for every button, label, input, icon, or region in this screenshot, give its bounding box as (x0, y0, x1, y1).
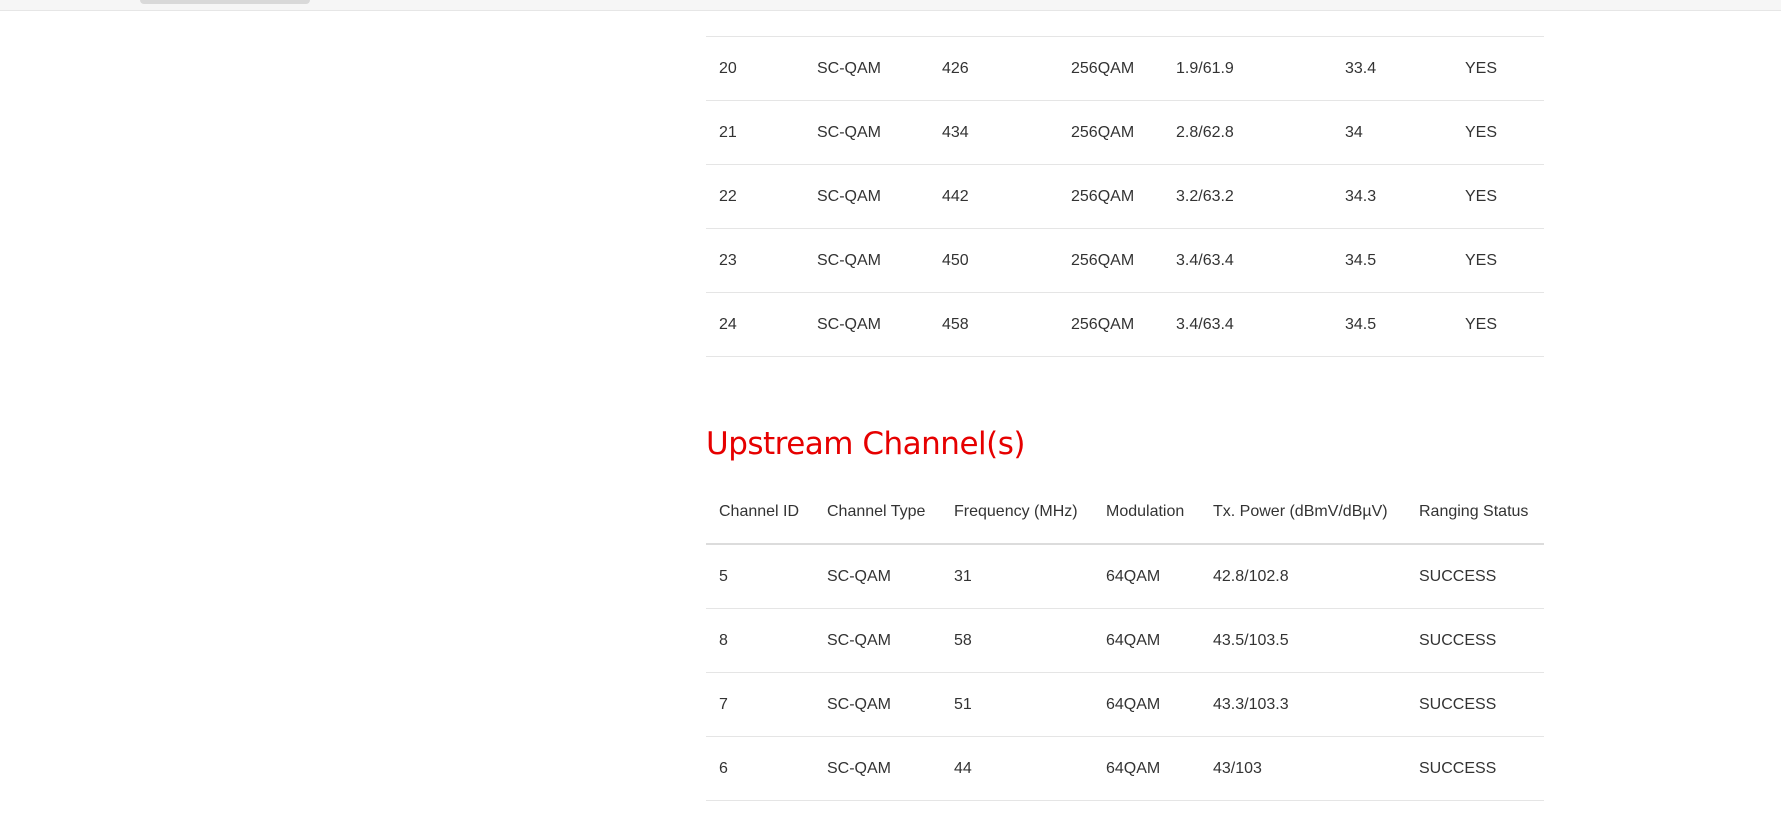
table-row: 22 SC-QAM 442 256QAM 3.2/63.2 34.3 YES (706, 164, 1544, 229)
channel-id-cell: 22 (706, 164, 804, 229)
table-row: 21 SC-QAM 434 256QAM 2.8/62.8 34 YES (706, 100, 1544, 165)
upstream-header-row: Channel ID Channel Type Frequency (MHz) … (706, 480, 1544, 545)
snr-cell: 33.4 (1332, 36, 1452, 101)
channel-type-cell: SC-QAM (814, 736, 941, 801)
frequency-cell: 450 (929, 228, 1058, 293)
channel-type-cell: SC-QAM (814, 672, 941, 737)
snr-cell: 34.5 (1332, 292, 1452, 357)
snr-cell: 34 (1332, 100, 1452, 165)
upstream-table-section: Channel ID Channel Type Frequency (MHz) … (706, 480, 1544, 801)
modulation-cell: 64QAM (1093, 672, 1200, 737)
table-row: 7 SC-QAM 51 64QAM 43.3/103.3 SUCCESS (706, 672, 1544, 737)
table-row: 24 SC-QAM 458 256QAM 3.4/63.4 34.5 YES (706, 292, 1544, 357)
frequency-cell: 426 (929, 36, 1058, 101)
channel-id-cell: 24 (706, 292, 804, 357)
modulation-cell: 256QAM (1058, 36, 1163, 101)
locked-status-cell: YES (1452, 164, 1544, 229)
table-row: 23 SC-QAM 450 256QAM 3.4/63.4 34.5 YES (706, 228, 1544, 293)
locked-status-cell: YES (1452, 100, 1544, 165)
frequency-cell: 51 (941, 672, 1093, 737)
ranging-status-cell: SUCCESS (1406, 736, 1544, 801)
browser-top-bar (0, 0, 1781, 11)
channel-type-cell: SC-QAM (814, 544, 941, 609)
modulation-cell: 256QAM (1058, 228, 1163, 293)
snr-cell: 34.3 (1332, 164, 1452, 229)
modulation-cell: 256QAM (1058, 100, 1163, 165)
channel-type-cell: SC-QAM (804, 164, 929, 229)
table-row: 8 SC-QAM 58 64QAM 43.5/103.5 SUCCESS (706, 608, 1544, 673)
upstream-channel-table: Channel ID Channel Type Frequency (MHz) … (706, 480, 1544, 801)
snr-cell: 34.5 (1332, 228, 1452, 293)
tx-power-cell: 42.8/102.8 (1200, 544, 1406, 609)
modulation-cell: 256QAM (1058, 164, 1163, 229)
channel-id-cell: 8 (706, 608, 814, 673)
header-channel-id: Channel ID (706, 480, 814, 545)
channel-id-cell: 5 (706, 544, 814, 609)
channel-id-cell: 23 (706, 228, 804, 293)
frequency-cell: 458 (929, 292, 1058, 357)
ranging-status-cell: SUCCESS (1406, 672, 1544, 737)
tx-power-cell: 43/103 (1200, 736, 1406, 801)
channel-id-cell: 21 (706, 100, 804, 165)
modulation-cell: 64QAM (1093, 544, 1200, 609)
downstream-channel-table: 20 SC-QAM 426 256QAM 1.9/61.9 33.4 YES 21 SC-QAM… (706, 36, 1544, 357)
channel-type-cell: SC-QAM (804, 292, 929, 357)
header-ranging-status: Ranging Status (1406, 480, 1544, 545)
modulation-cell: 64QAM (1093, 736, 1200, 801)
power-cell: 3.4/63.4 (1163, 228, 1332, 293)
locked-status-cell: YES (1452, 228, 1544, 293)
table-row: 20 SC-QAM 426 256QAM 1.9/61.9 33.4 YES (706, 36, 1544, 101)
locked-status-cell: YES (1452, 292, 1544, 357)
ranging-status-cell: SUCCESS (1406, 608, 1544, 673)
power-cell: 3.2/63.2 (1163, 164, 1332, 229)
frequency-cell: 44 (941, 736, 1093, 801)
tx-power-cell: 43.5/103.5 (1200, 608, 1406, 673)
modulation-cell: 64QAM (1093, 608, 1200, 673)
downstream-table-section: 20 SC-QAM 426 256QAM 1.9/61.9 33.4 YES 21 SC-QAM… (706, 36, 1544, 357)
table-row: 6 SC-QAM 44 64QAM 43/103 SUCCESS (706, 736, 1544, 801)
locked-status-cell: YES (1452, 36, 1544, 101)
channel-type-cell: SC-QAM (804, 100, 929, 165)
power-cell: 3.4/63.4 (1163, 292, 1332, 357)
browser-tab[interactable] (140, 0, 310, 4)
modulation-cell: 256QAM (1058, 292, 1163, 357)
header-modulation: Modulation (1093, 480, 1200, 545)
channel-id-cell: 20 (706, 36, 804, 101)
ranging-status-cell: SUCCESS (1406, 544, 1544, 609)
header-frequency: Frequency (MHz) (941, 480, 1093, 545)
channel-id-cell: 7 (706, 672, 814, 737)
header-channel-type: Channel Type (814, 480, 941, 545)
table-row: 5 SC-QAM 31 64QAM 42.8/102.8 SUCCESS (706, 544, 1544, 609)
channel-type-cell: SC-QAM (814, 608, 941, 673)
power-cell: 2.8/62.8 (1163, 100, 1332, 165)
channel-type-cell: SC-QAM (804, 228, 929, 293)
channel-type-cell: SC-QAM (804, 36, 929, 101)
tx-power-cell: 43.3/103.3 (1200, 672, 1406, 737)
frequency-cell: 434 (929, 100, 1058, 165)
frequency-cell: 31 (941, 544, 1093, 609)
frequency-cell: 58 (941, 608, 1093, 673)
power-cell: 1.9/61.9 (1163, 36, 1332, 101)
frequency-cell: 442 (929, 164, 1058, 229)
header-tx-power: Tx. Power (dBmV/dBµV) (1200, 480, 1406, 545)
channel-id-cell: 6 (706, 736, 814, 801)
upstream-section-title: Upstream Channel(s) (706, 426, 1025, 462)
